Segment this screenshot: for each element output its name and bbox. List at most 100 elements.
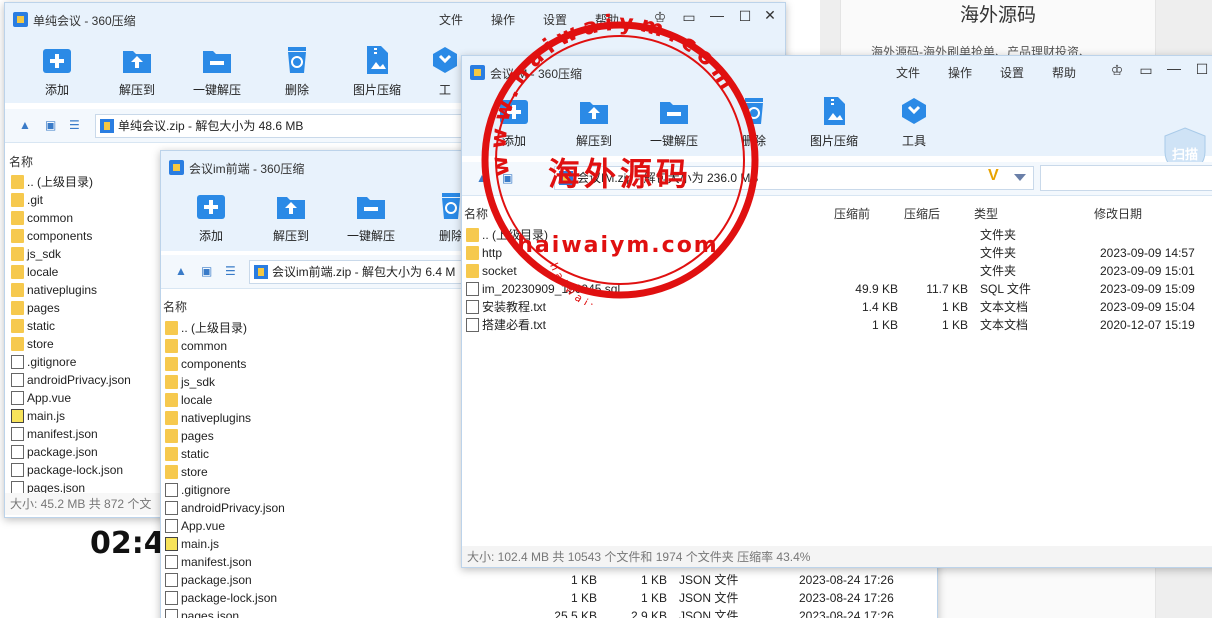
compressed-size: 2.9 KB: [630, 609, 667, 618]
extract-to-button[interactable]: 解压到: [562, 96, 626, 149]
menu-help[interactable]: 帮助: [1052, 64, 1076, 81]
window-title: 会议IM - 360压缩: [490, 67, 583, 81]
folder-icon: [11, 211, 24, 225]
maximize-icon[interactable]: ☐: [1192, 61, 1212, 78]
modified-date: 2023-09-09 15:01: [1100, 264, 1195, 278]
archive-window-3[interactable]: 会议IM - 360压缩 文件 操作 设置 帮助 ♔ ▭ — ☐ 添加 解压到 …: [461, 55, 1212, 568]
add-icon: [43, 49, 71, 73]
address-field[interactable]: 会议im前端.zip - 解包大小为 6.4 M: [249, 260, 469, 284]
folder-icon: [165, 357, 178, 371]
file-name: manifest.json: [181, 555, 252, 569]
file-type: JSON 文件: [679, 573, 739, 587]
address-field[interactable]: 会议IM.zip - 解包大小为 236.0 MB: [554, 166, 1034, 190]
column-modified[interactable]: 修改日期: [1094, 205, 1142, 222]
folder-icon: [165, 339, 178, 353]
close-icon[interactable]: ✕: [760, 7, 780, 24]
menu-file[interactable]: 文件: [896, 64, 920, 81]
up-arrow-icon[interactable]: ▲: [476, 171, 488, 185]
list-item[interactable]: package-lock.json 1 KB 1 KB JSON 文件 2023-08-…: [161, 589, 937, 607]
image-compress-button[interactable]: 图片压缩: [345, 45, 409, 98]
up-arrow-icon[interactable]: ▲: [175, 264, 187, 278]
menu-operate[interactable]: 操作: [491, 11, 515, 28]
list-item[interactable]: .. (上级目录) 文件夹: [462, 226, 1212, 244]
folder-upload-icon: [123, 51, 151, 73]
skin-icon[interactable]: ♔: [1107, 62, 1127, 79]
file-name: common: [27, 211, 74, 225]
column-type[interactable]: 类型: [974, 205, 998, 222]
skin-icon[interactable]: ♔: [650, 9, 670, 26]
file-name: locale: [181, 393, 213, 407]
history-icon[interactable]: V: [988, 167, 999, 185]
maximize-icon[interactable]: ☐: [735, 8, 755, 25]
file-type: 文本文档: [980, 318, 1029, 332]
delete-button[interactable]: 删除: [722, 96, 786, 149]
menu-settings[interactable]: 设置: [543, 11, 567, 28]
tools-button[interactable]: 工具: [882, 96, 946, 149]
view-icon[interactable]: ▣: [502, 171, 513, 185]
list-item[interactable]: package.json 1 KB 1 KB JSON 文件 2023-08-24 17…: [161, 571, 937, 589]
list-view-icon[interactable]: ☰: [225, 264, 236, 278]
column-name[interactable]: 名称: [464, 205, 488, 222]
file-icon: [165, 609, 178, 618]
title-bar[interactable]: 会议IM - 360压缩 文件 操作 设置 帮助 ♔ ▭ — ☐: [462, 56, 1212, 86]
folder-icon: [11, 175, 24, 189]
file-name: static: [27, 319, 56, 333]
add-button[interactable]: 添加: [25, 45, 89, 98]
delete-button[interactable]: 删除: [265, 45, 329, 98]
menu-settings[interactable]: 设置: [1000, 64, 1024, 81]
one-click-extract-button[interactable]: 一键解压: [642, 96, 706, 149]
feedback-icon[interactable]: ▭: [1136, 62, 1156, 79]
list-view-icon[interactable]: ☰: [69, 118, 80, 132]
list-item[interactable]: socket 文件夹 2023-09-09 15:01: [462, 262, 1212, 280]
folder-icon: [165, 393, 178, 407]
column-packed-size[interactable]: 压缩前: [834, 205, 870, 222]
modified-date: 2023-08-24 17:26: [799, 609, 894, 618]
file-icon: [165, 555, 178, 569]
file-name: manifest.json: [27, 427, 98, 441]
view-icon[interactable]: ▣: [45, 118, 56, 132]
modified-date: 2023-09-09 15:04: [1100, 300, 1195, 314]
list-item[interactable]: pages.json 25.5 KB 2.9 KB JSON 文件 2023-08-24…: [161, 607, 937, 618]
dropdown-arrow-icon[interactable]: [1014, 174, 1026, 181]
extract-to-button[interactable]: 解压到: [105, 45, 169, 98]
feedback-icon[interactable]: ▭: [679, 9, 699, 26]
image-compress-button[interactable]: 图片压缩: [802, 96, 866, 149]
file-icon: [11, 427, 24, 441]
article-title: 海外源码: [959, 5, 1036, 26]
file-name: http: [482, 246, 503, 260]
minimize-icon[interactable]: —: [707, 7, 727, 23]
file-icon: [466, 282, 479, 296]
add-button[interactable]: 添加: [482, 96, 546, 149]
extract-to-button[interactable]: 解压到: [259, 191, 323, 244]
folder-icon: [11, 319, 24, 333]
view-icon[interactable]: ▣: [201, 264, 212, 278]
one-click-extract-button[interactable]: 一键解压: [339, 191, 403, 244]
one-click-extract-button[interactable]: 一键解压: [185, 45, 249, 98]
title-bar[interactable]: 单纯会议 - 360压缩 文件 操作 设置 帮助 ♔ ▭ — ☐ ✕: [5, 3, 785, 33]
up-arrow-icon[interactable]: ▲: [19, 118, 31, 132]
menu-operate[interactable]: 操作: [948, 64, 972, 81]
column-name[interactable]: 名称: [9, 153, 33, 170]
menu-file[interactable]: 文件: [439, 11, 463, 28]
list-item[interactable]: im_20230909_150945.sql 49.9 KB 11.7 KB SQL …: [462, 280, 1212, 298]
file-name: pages.json: [181, 609, 240, 618]
folder-icon: [11, 283, 24, 297]
modified-date: 2023-09-09 15:09: [1100, 282, 1195, 296]
tools-button[interactable]: 工: [425, 45, 465, 98]
add-button[interactable]: 添加: [179, 191, 243, 244]
column-compressed-size[interactable]: 压缩后: [904, 205, 940, 222]
minimize-icon[interactable]: —: [1164, 60, 1184, 76]
menu-help[interactable]: 帮助: [595, 11, 619, 28]
file-type: 文件夹: [980, 264, 1017, 278]
list-item[interactable]: http 文件夹 2023-09-09 14:57: [462, 244, 1212, 262]
zip-icon: [254, 265, 268, 279]
list-item[interactable]: 搭建必看.txt 1 KB 1 KB 文本文档 2020-12-07 15:19: [462, 316, 1212, 334]
search-input[interactable]: [1040, 165, 1212, 191]
list-item[interactable]: 安装教程.txt 1.4 KB 1 KB 文本文档 2023-09-09 15:04: [462, 298, 1212, 316]
file-name: .. (上级目录): [482, 228, 548, 242]
address-field[interactable]: 单纯会议.zip - 解包大小为 48.6 MB: [95, 114, 495, 138]
folder-upload-icon: [580, 102, 608, 124]
clock-text: 02:4: [90, 526, 165, 561]
column-name[interactable]: 名称: [163, 298, 187, 315]
file-icon: [11, 391, 24, 405]
